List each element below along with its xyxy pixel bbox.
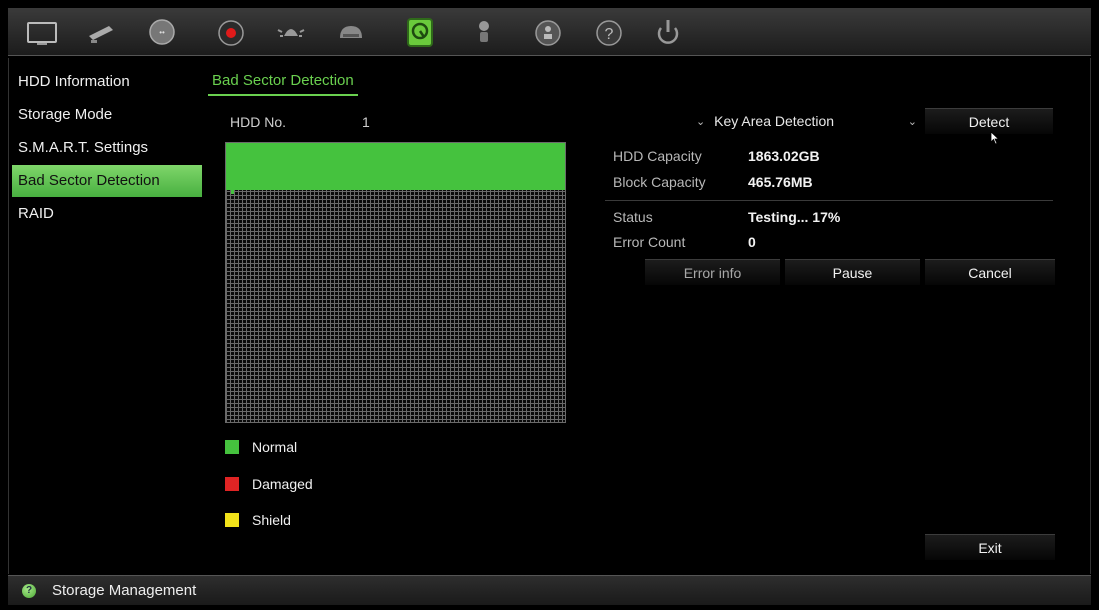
camera-icon[interactable] (82, 13, 122, 51)
hdd-capacity-label: HDD Capacity (613, 148, 702, 164)
legend-shield-swatch (225, 513, 239, 527)
legend-shield-label: Shield (252, 512, 291, 528)
scanned-sectors (226, 143, 565, 190)
user-icon[interactable] (464, 13, 504, 51)
sidebar-item-smart-settings[interactable]: S.M.A.R.T. Settings (12, 132, 202, 164)
sidebar-item-storage-mode[interactable]: Storage Mode (12, 99, 202, 131)
network-icon[interactable]: •• (142, 13, 182, 51)
help-icon: ? (22, 583, 36, 598)
pause-button[interactable]: Pause (785, 259, 920, 285)
legend-normal: Normal (225, 438, 297, 456)
sidebar-item-raid[interactable]: RAID (12, 198, 202, 230)
sector-map-grid (225, 142, 566, 423)
main-toolbar: •• ? (8, 8, 1091, 56)
sidebar-item-bad-sector-detection[interactable]: Bad Sector Detection (12, 165, 202, 197)
record-icon[interactable] (211, 13, 251, 51)
cancel-button[interactable]: Cancel (925, 259, 1055, 285)
hdd-no-label: HDD No. (230, 114, 287, 130)
legend-damaged-label: Damaged (252, 476, 313, 492)
status-bar-title: Storage Management (52, 582, 197, 599)
display-icon[interactable] (22, 13, 62, 51)
svg-text:••: •• (159, 28, 165, 37)
detection-mode-value: Key Area Detection (714, 113, 835, 129)
system-info-icon[interactable] (528, 13, 568, 51)
mouse-cursor-icon (990, 131, 1000, 145)
status-bar: ? Storage Management (8, 575, 1091, 605)
hdd-icon[interactable] (400, 13, 440, 51)
power-icon[interactable] (648, 13, 688, 51)
exit-button[interactable]: Exit (925, 534, 1055, 560)
legend-damaged: Damaged (225, 475, 313, 493)
error-count-value: 0 (748, 234, 756, 250)
detection-mode-select[interactable]: ⌄ Key Area Detection ⌄ (605, 108, 925, 134)
svg-text:?: ? (605, 26, 614, 43)
hdd-no-select[interactable]: 1 (362, 114, 370, 130)
chevron-down-icon: ⌄ (695, 115, 706, 128)
legend-normal-swatch (225, 440, 239, 454)
error-info-button[interactable]: Error info (645, 259, 780, 285)
block-capacity-value: 465.76MB (748, 174, 813, 190)
help-icon[interactable]: ? (589, 13, 629, 51)
legend-shield: Shield (225, 511, 291, 529)
device-icon[interactable] (331, 13, 371, 51)
alarm-icon[interactable] (271, 13, 311, 51)
block-capacity-label: Block Capacity (613, 174, 706, 190)
chevron-down-icon: ⌄ (907, 115, 917, 128)
hdd-capacity-value: 1863.02GB (748, 148, 820, 164)
scan-cursor (231, 190, 234, 194)
error-count-label: Error Count (613, 234, 686, 250)
status-label: Status (613, 209, 653, 225)
legend-normal-label: Normal (252, 439, 298, 455)
status-value: Testing... 17% (748, 209, 841, 225)
legend-damaged-swatch (225, 477, 239, 491)
detect-button[interactable]: Detect (925, 108, 1053, 134)
sidebar: HDD Information Storage Mode S.M.A.R.T. … (12, 66, 202, 231)
divider (605, 200, 1053, 201)
tab-bad-sector-detection[interactable]: Bad Sector Detection (208, 68, 358, 96)
sidebar-item-hdd-information[interactable]: HDD Information (12, 66, 202, 98)
